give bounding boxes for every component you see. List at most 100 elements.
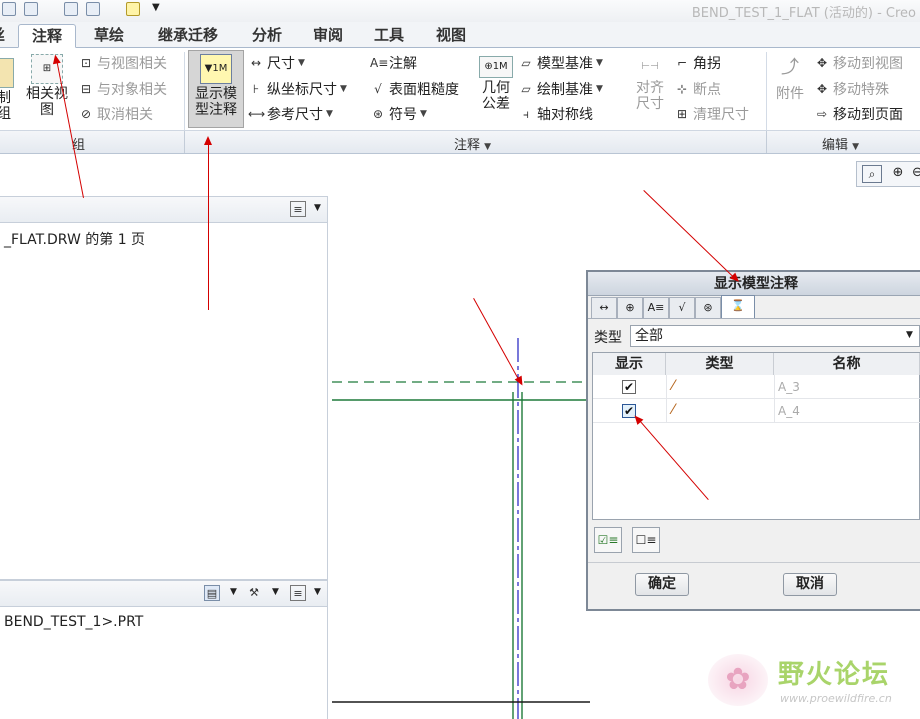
axis-symmetry-button[interactable]: ⫞ 轴对称线 [518, 104, 593, 124]
dialog-tab-symbols-icon[interactable]: ⊛ [695, 297, 721, 319]
corner-button[interactable]: ⌐ 角拐 [674, 53, 721, 73]
column-divider [666, 375, 667, 423]
attach-button[interactable]: ⤴ 附件 [772, 54, 808, 102]
zoom-out-icon[interactable]: ⊖ [912, 165, 920, 183]
annotation-name: A_4 [778, 404, 800, 418]
model-tree-item[interactable]: BEND_TEST_1>.PRT [4, 614, 143, 630]
reference-dimension-button[interactable]: ⟷ 参考尺寸 ▼ [248, 104, 333, 124]
column-divider [774, 375, 775, 423]
app-title: BEND_TEST_1_FLAT (活动的) - Creo [691, 6, 916, 21]
tab-previous-partial[interactable]: 丝 [0, 24, 5, 48]
note-button[interactable]: A≡ 注解 [370, 53, 417, 73]
type-label: 类型 [594, 330, 622, 346]
group-partial-button[interactable]: 制组 [0, 58, 14, 122]
dialog-tab-surface-finish-icon[interactable]: √ [669, 297, 695, 319]
quick-access-close-icon[interactable] [126, 2, 140, 16]
column-header-name[interactable]: 名称 [774, 353, 920, 375]
with-view-button[interactable]: ⊡ 与视图相关 [78, 53, 167, 73]
dialog-tab-dimensions-icon[interactable]: ↔ [591, 297, 617, 319]
type-select-dropdown-icon[interactable]: ▼ [906, 330, 913, 340]
model-datum-button[interactable]: ▱ 模型基准 ▼ [518, 53, 603, 73]
align-dimension-button[interactable]: ⊢⊣ 对齐 尺寸 [632, 56, 668, 112]
dialog-tab-gtol-icon[interactable]: ⊕ [617, 297, 643, 319]
quick-access-select-icon[interactable] [2, 2, 16, 16]
dialog-tab-datums-icon[interactable]: ⌛ [721, 295, 755, 319]
move-to-page-button[interactable]: ⇨ 移动到页面 [814, 104, 903, 124]
model-tree-settings-icon[interactable]: ≡ [290, 585, 306, 601]
ordinate-dimension-button[interactable]: ⊦ 纵坐标尺寸 ▼ [248, 79, 347, 99]
select-all-icon[interactable]: ☑≡ [594, 527, 622, 553]
zoom-in-icon[interactable]: ⊕ [888, 165, 908, 183]
ordinate-dropdown-icon[interactable]: ▼ [340, 84, 347, 94]
symbol-button[interactable]: ⊛ 符号 ▼ [370, 104, 427, 124]
attach-icon: ⤴ [781, 57, 799, 78]
model-tree-settings-dropdown-icon[interactable]: ▼ [314, 587, 321, 597]
geometric-tolerance-icon: ⊕1M [479, 56, 513, 78]
model-datum-dropdown-icon[interactable]: ▼ [596, 58, 603, 68]
clean-dimension-button[interactable]: ⊞ 清理尺寸 [674, 104, 749, 124]
tree-top-item[interactable]: _FLAT.DRW 的第 1 页 [4, 229, 145, 249]
quick-access-regen-icon[interactable] [24, 2, 38, 16]
relation-view-button[interactable]: ⊞ 相关视 图 [22, 54, 72, 118]
column-header-show[interactable]: 显示 [593, 353, 666, 375]
deselect-all-icon[interactable]: ☐≡ [632, 527, 660, 553]
quick-access-switch-icon[interactable] [86, 2, 100, 16]
draft-datum-icon: ▱ [521, 82, 531, 96]
cancel-relation-icon: ⊘ [80, 107, 92, 121]
tab-view[interactable]: 视图 [422, 24, 480, 48]
tab-analysis[interactable]: 分析 [238, 24, 296, 48]
drawing-tree-panel [0, 196, 328, 580]
draft-datum-dropdown-icon[interactable]: ▼ [596, 84, 603, 94]
corner-icon: ⌐ [676, 56, 688, 70]
attach-label: 附件 [776, 86, 804, 102]
group-label-annotation[interactable]: 注释 ▼ [454, 134, 491, 153]
annotation-arrow [208, 138, 209, 310]
tree-settings-dropdown-icon[interactable]: ▼ [314, 203, 321, 213]
column-header-type[interactable]: 类型 [666, 353, 774, 375]
group-partial-icon [0, 58, 14, 88]
breakpoint-button[interactable]: ⊹ 断点 [674, 79, 721, 99]
show-model-annotations-button[interactable]: ▼1M 显示模 型注释 [188, 50, 244, 128]
cancel-button[interactable]: 取消 [783, 573, 837, 596]
dimension-dropdown-icon[interactable]: ▼ [298, 58, 305, 68]
model-tree-show-icon[interactable]: ▤ [204, 585, 220, 601]
group-label-edit[interactable]: 编辑 ▼ [822, 134, 859, 153]
move-special-button[interactable]: ✥ 移动特殊 [814, 79, 889, 99]
draft-datum-button[interactable]: ▱ 绘制基准 ▼ [518, 79, 603, 99]
show-checkbox[interactable]: ✔ [622, 380, 636, 394]
quick-access-window-icon[interactable] [64, 2, 78, 16]
move-to-view-button[interactable]: ✥ 移动到视图 [814, 53, 903, 73]
model-tree-tools-icon[interactable]: ⚒ [246, 585, 262, 601]
move-to-page-icon: ⇨ [816, 107, 828, 121]
ok-button[interactable]: 确定 [635, 573, 689, 596]
model-tree-panel [0, 580, 328, 719]
align-dimension-icon: ⊢⊣ [641, 61, 659, 72]
model-tree-show-dropdown-icon[interactable]: ▼ [230, 587, 237, 597]
ordinate-dimension-icon: ⊦ [252, 82, 260, 96]
tab-sketch[interactable]: 草绘 [80, 24, 138, 48]
tab-tools[interactable]: 工具 [360, 24, 418, 48]
dimension-button[interactable]: ↔ 尺寸 ▼ [248, 53, 305, 73]
model-tree-tools-dropdown-icon[interactable]: ▼ [272, 587, 279, 597]
symbol-dropdown-icon[interactable]: ▼ [420, 109, 427, 119]
title-bar: ▼ BEND_TEST_1_FLAT (活动的) - Creo [0, 0, 920, 22]
watermark: ✿ 野火论坛 www.proewildfire.cn [708, 650, 920, 719]
surface-finish-button[interactable]: √ 表面粗糙度 [370, 79, 459, 99]
datum-type-icon: ⁄ [672, 378, 675, 394]
refit-icon[interactable]: ⌕ [862, 165, 882, 183]
dialog-tab-notes-icon[interactable]: A≡ [643, 297, 669, 319]
cancel-relation-button[interactable]: ⊘ 取消相关 [78, 104, 153, 124]
tab-review[interactable]: 审阅 [300, 24, 356, 48]
geometric-tolerance-button[interactable]: ⊕1M 几何 公差 [476, 56, 516, 112]
dialog-title: 显示模型注释 [588, 272, 920, 296]
quick-access-dropdown-icon[interactable]: ▼ [152, 2, 160, 13]
with-object-button[interactable]: ⊟ 与对象相关 [78, 79, 167, 99]
tree-settings-icon[interactable]: ≡ [290, 201, 306, 217]
model-datum-icon: ▱ [521, 56, 531, 70]
tab-annotate[interactable]: 注释 [18, 24, 76, 48]
reference-dropdown-icon[interactable]: ▼ [326, 109, 333, 119]
type-select[interactable]: 全部 [630, 325, 920, 347]
tab-legacy-migration[interactable]: 继承迁移 [142, 24, 234, 48]
table-row[interactable] [593, 375, 920, 399]
with-object-icon: ⊟ [80, 82, 92, 96]
